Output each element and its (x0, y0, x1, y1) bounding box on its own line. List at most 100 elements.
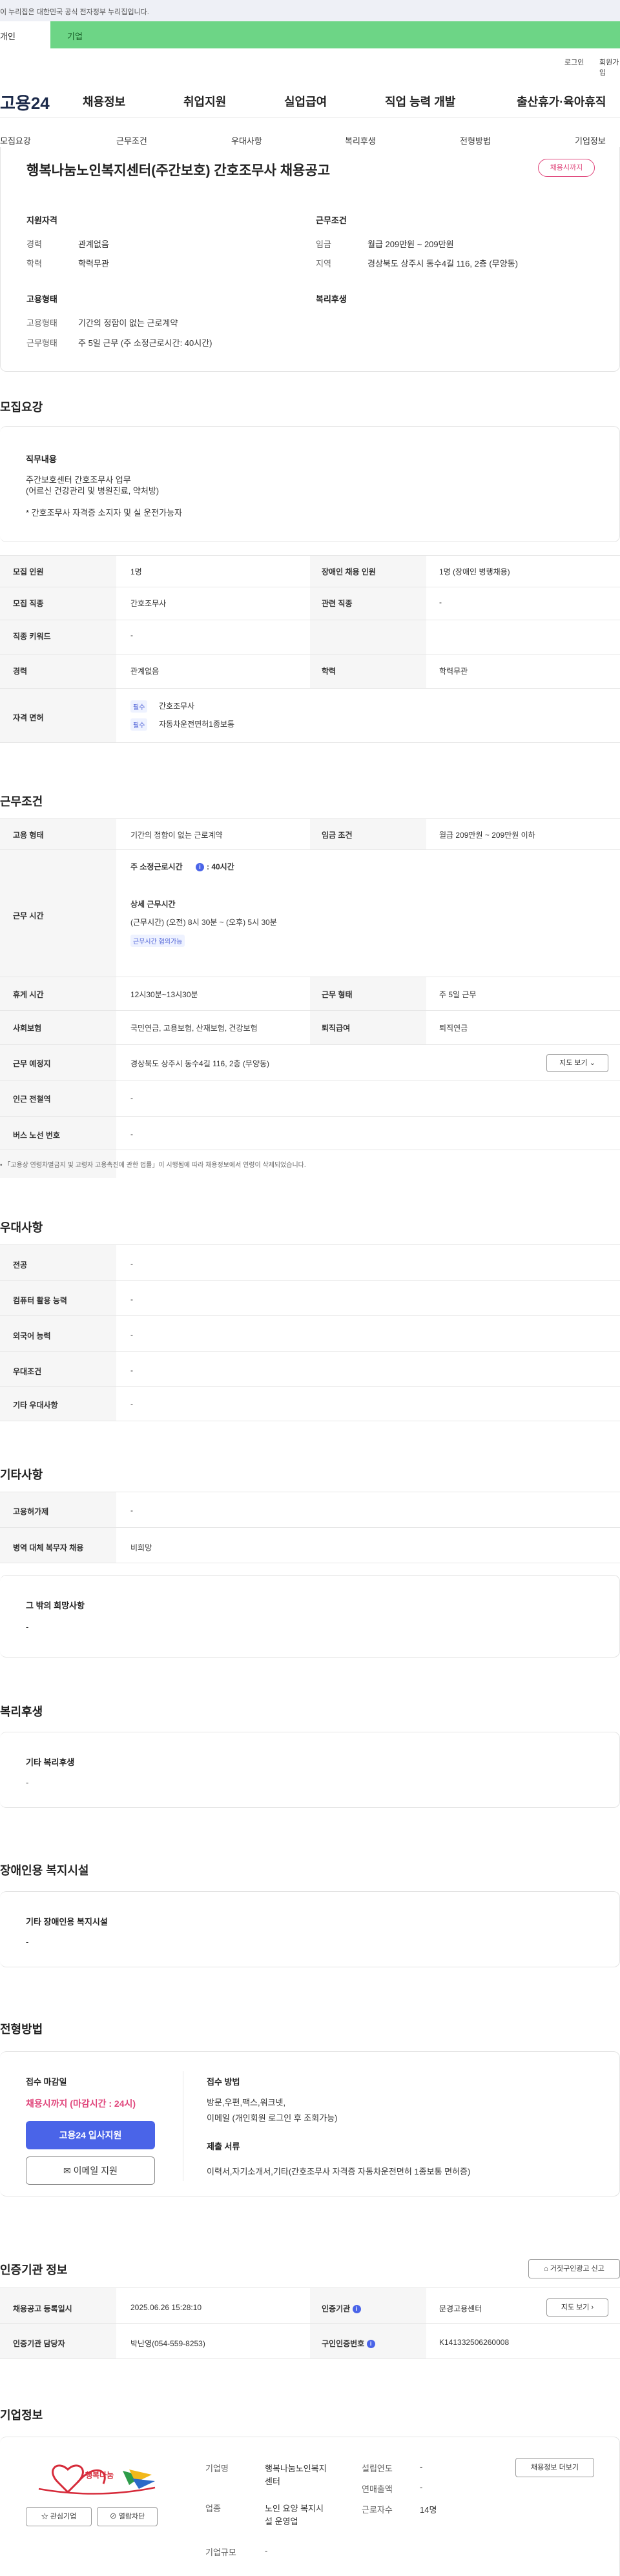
login-link[interactable]: 로그인 (564, 57, 584, 67)
subnav-recruit[interactable]: 모집요강 (0, 134, 31, 147)
email-apply-label: 이메일 지원 (73, 2165, 118, 2176)
cert-label-text: 구인인증번호 (322, 2339, 365, 2348)
more-jobs-button[interactable]: 채용정보 더보기 (515, 2458, 594, 2477)
job-type-value: 간호조무사 (130, 599, 167, 608)
wage-label: 임금 (316, 239, 331, 249)
manager-label: 인증기관 담당자 (13, 2339, 65, 2348)
detail-hours-value: (근무시간) (오전) 8시 30분 ~ (오후) 5시 30분 (130, 918, 277, 927)
work-permit-label: 고용허가제 (13, 1507, 49, 1516)
detail-hours-label: 상세 근무시간 (130, 900, 176, 909)
wish-heading: 그 밖의 희망사항 (26, 1601, 85, 1610)
emp-type-value: 기간의 정함이 없는 근로계약 (78, 318, 178, 328)
wage-condition-value: 월급 209만원 ~ 209만원 이하 (439, 831, 535, 840)
emp-form-value: 기간의 정함이 없는 근로계약 (130, 831, 223, 840)
insurance-label: 사회보험 (13, 1024, 42, 1033)
star-icon: ☆ (41, 2513, 48, 2520)
insurance-value: 국민연금, 고용보험, 산재보험, 건강보험 (130, 1024, 258, 1033)
info-icon[interactable]: i (366, 2340, 375, 2349)
deadline-value: 채용시까지 (마감시간 : 24시) (26, 2098, 136, 2109)
selection-section-title: 전형방법 (0, 2023, 43, 2036)
job-keyword-value: - (130, 631, 133, 640)
subnav-selection[interactable]: 전형방법 (460, 134, 491, 147)
duty-line: * 간호조무사 자격증 소지자 및 실 운전가능자 (26, 508, 183, 518)
pref-computer-value: - (130, 1295, 133, 1304)
subnav-preference[interactable]: 우대사항 (231, 134, 262, 147)
tab-company[interactable]: 기업 (50, 21, 620, 48)
condition-section-title: 근무조건 (0, 795, 43, 808)
bus-value: - (130, 1130, 133, 1139)
apply-button[interactable]: 고용24 입사지원 (26, 2121, 155, 2149)
education-value: 학력무관 (78, 259, 109, 269)
agency-value: 문경고용센터 (439, 2304, 482, 2313)
military-value: 비희망 (130, 1543, 152, 1552)
rest-time-label: 휴게 시간 (13, 990, 44, 999)
headcount-label: 모집 인원 (13, 567, 44, 576)
company-logo: 행복나눔 (32, 2457, 161, 2498)
docs-value: 이력서,자기소개서,기타(간호조무사 자격증 자동차운전면허 1종보통 면허증) (207, 2167, 471, 2176)
company-name-value: 행복나눔노인복지 (265, 2464, 327, 2473)
gov-notice-text: 이 누리집은 대한민국 공식 전자정부 누리집입니다. (0, 8, 149, 16)
block-view-button[interactable]: ⊘ 열람차단 (97, 2507, 158, 2526)
user-type-tabs: 개인 기업 (0, 21, 620, 48)
career-row-value: 관계없음 (130, 667, 160, 676)
related-job-label: 관련 직종 (322, 599, 353, 608)
license-name: 자동차운전면허1종보통 (159, 720, 235, 729)
pref-language-value: - (130, 1330, 133, 1339)
subway-label: 인근 전철역 (13, 1095, 51, 1104)
reg-date-label: 채용공고 등록일시 (13, 2304, 72, 2313)
job-title: 행복나눔노인복지센터(주간보호) 간호조무사 채용공고 (26, 163, 331, 178)
founded-label: 설립연도 (362, 2464, 393, 2473)
interest-company-button[interactable]: ☆ 관심기업 (26, 2507, 92, 2526)
severance-value: 퇴직연금 (439, 1024, 468, 1033)
subnav-welfare[interactable]: 복리후생 (345, 134, 376, 147)
gnb-vocational-training[interactable]: 직업 능력 개발 (385, 93, 455, 110)
pref-major-label: 전공 (13, 1261, 28, 1270)
home-alert-icon: ⌂ (544, 2265, 548, 2273)
education-label: 학력 (26, 259, 42, 269)
report-fake-ad-button[interactable]: ⌂ 거짓구인광고 신고 (528, 2259, 620, 2278)
site-logo[interactable]: 고용24 (0, 90, 50, 114)
agency-map-button[interactable]: 지도 보기 › (546, 2298, 608, 2317)
gnb-job-info[interactable]: 채용정보 (83, 93, 125, 110)
region-value: 경상북도 상주시 동수4길 116, 2층 (무양동) (367, 259, 518, 269)
deadline-heading: 접수 마감일 (26, 2077, 67, 2087)
map-button[interactable]: 지도 보기 ⌄ (546, 1054, 608, 1072)
company-box: 행복나눔 ☆ 관심기업 ⊘ 열람차단 기업명 행복나눔노인복지 센터 업종 노인… (0, 2437, 620, 2576)
join-link[interactable]: 회원가입 (599, 57, 620, 77)
license-label: 자격 면허 (13, 713, 44, 722)
welfare-box-value: - (26, 1778, 29, 1787)
gnb-employment-support[interactable]: 취업지원 (183, 93, 226, 110)
facility-box-heading: 기타 장애인용 복지시설 (26, 1917, 108, 1927)
work-form-label: 근무형태 (26, 338, 57, 348)
weekly-hours-value: : 40시간 (207, 862, 234, 871)
age-notice: • 「고용상 연령차별금지 및 고령자 고용촉진에 관한 법률」이 시행됨에 따… (0, 1162, 306, 1169)
gnb-unemployment-benefit[interactable]: 실업급여 (284, 93, 327, 110)
age-notice-text: 「고용상 연령차별금지 및 고령자 고용촉진에 관한 법률」이 시행됨에 따라 … (4, 1162, 306, 1169)
duty-heading: 직무내용 (26, 454, 57, 464)
pref-language-label: 외국어 능력 (13, 1332, 51, 1341)
edu-row-label: 학력 (322, 667, 336, 676)
bus-label: 버스 노선 번호 (13, 1131, 60, 1140)
cert-value: K141332506260008 (439, 2338, 510, 2347)
work-permit-value: - (130, 1506, 133, 1515)
emp-form-label: 고용 형태 (13, 831, 44, 840)
welfare-box: 기타 복리후생 - (0, 1732, 620, 1808)
edu-row-value: 학력무관 (439, 667, 468, 676)
agency-label-text: 인증기관 (322, 2304, 351, 2313)
block-label: 열람차단 (118, 2513, 145, 2520)
chevron-right-icon: › (591, 2304, 594, 2311)
work-place-value: 경상북도 상주시 동수4길 116, 2층 (무양동) (130, 1059, 270, 1068)
tab-personal[interactable]: 개인 (0, 21, 50, 48)
method-value-line: 이메일 (개인회원 로그인 후 조회가능) (207, 2113, 338, 2123)
subnav-condition[interactable]: 근무조건 (116, 134, 147, 147)
info-icon[interactable]: i (196, 861, 204, 871)
gnb-parental-leave[interactable]: 출산휴가·육아휴직 (517, 93, 606, 110)
subnav-company[interactable]: 기업정보 (575, 134, 606, 147)
status-badge: 채용시까지 (538, 159, 595, 177)
info-icon[interactable]: i (352, 2305, 361, 2314)
email-apply-button[interactable]: ✉ 이메일 지원 (26, 2156, 155, 2185)
employees-label: 근로자수 (362, 2505, 393, 2515)
company-size-value: - (265, 2546, 268, 2555)
wish-value: - (26, 1622, 29, 1632)
report-button-label: 거짓구인광고 신고 (550, 2265, 604, 2273)
